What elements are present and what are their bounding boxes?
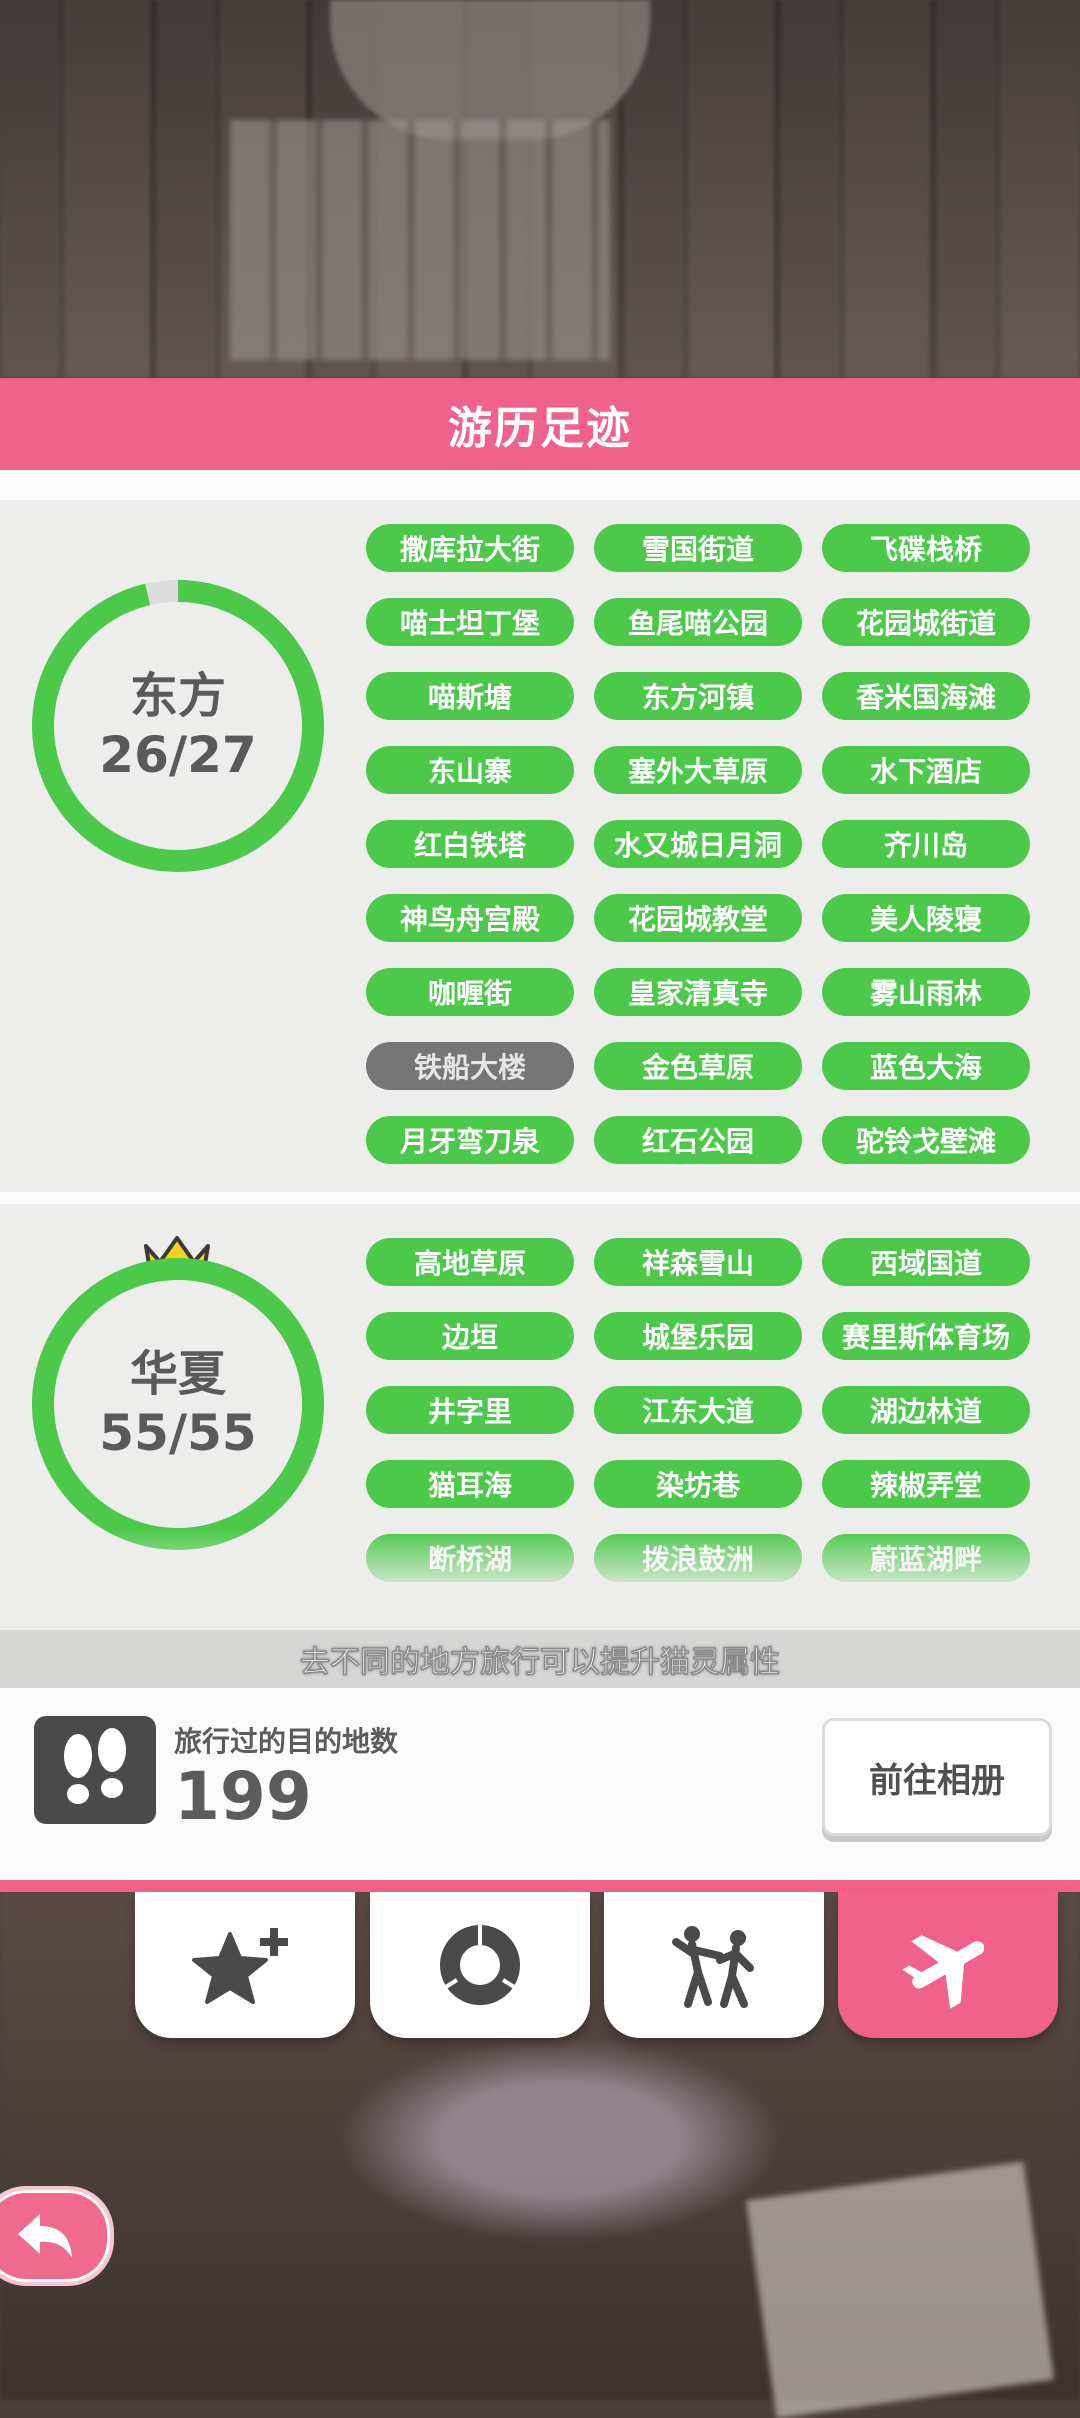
destinations-count: 199 [174,1758,312,1835]
place-tag[interactable]: 高地草原 [366,1238,574,1286]
place-tag[interactable]: 铁船大楼 [366,1042,574,1090]
star-plus-icon [192,1928,288,2004]
place-tag[interactable]: 东山寨 [366,746,574,794]
tab-divider [0,1880,1080,1892]
region-card-east: 东方 26/27 撒库拉大街 雪国街道 飞碟栈桥喵士坦丁堡 鱼尾喵公园 花园城街道喵斯塘… [0,500,1080,1192]
hint-bar: 去不同的地方旅行可以提升猫灵属性 [0,1630,1080,1688]
place-tag[interactable]: 喵士坦丁堡 [366,598,574,646]
background-paper [746,2161,1054,2418]
place-tag[interactable]: 江东大道 [594,1386,802,1434]
people-fight-icon [672,1926,754,2008]
place-tag[interactable]: 香米国海滩 [822,672,1030,720]
place-tag[interactable]: 水又城日月洞 [594,820,802,868]
place-tag[interactable]: 花园城教堂 [594,894,802,942]
hint-text: 去不同的地方旅行可以提升猫灵属性 [300,1645,781,1681]
page-title: 游历足迹 [448,403,632,454]
place-tag[interactable]: 咖喱街 [366,968,574,1016]
destinations-label: 旅行过的目的地数 [174,1725,399,1758]
place-tag[interactable]: 染坊巷 [594,1460,802,1508]
place-tag[interactable]: 赛里斯体育场 [822,1312,1030,1360]
place-tag[interactable]: 祥森雪山 [594,1238,802,1286]
place-tag[interactable]: 神鸟舟宫殿 [366,894,574,942]
go-to-album-button[interactable]: 前往相册 [822,1718,1052,1836]
place-tag[interactable]: 湖边林道 [822,1386,1030,1434]
place-tag[interactable]: 红石公园 [594,1116,802,1164]
place-tag[interactable]: 红白铁塔 [366,820,574,868]
place-tag[interactable]: 猫耳海 [366,1460,574,1508]
place-tag[interactable]: 城堡乐园 [594,1312,802,1360]
place-tag[interactable]: 雾山雨林 [822,968,1030,1016]
place-tag[interactable]: 金色草原 [594,1042,802,1090]
progress-ring-huaxia: 华夏 55/55 [32,1258,324,1550]
progress-ring-east: 东方 26/27 [32,580,324,872]
place-tag[interactable]: 飞碟栈桥 [822,524,1030,572]
place-tag[interactable]: 边垣 [366,1312,574,1360]
place-tag[interactable]: 辣椒弄堂 [822,1460,1030,1508]
place-tag[interactable]: 塞外大草原 [594,746,802,794]
background-window [230,120,610,360]
back-button[interactable] [0,2186,114,2286]
place-tag[interactable]: 东方河镇 [594,672,802,720]
airplane-icon [902,1935,985,2009]
place-tag[interactable]: 雪国街道 [594,524,802,572]
region-name: 华夏 [129,1346,226,1402]
tab-attributes[interactable] [135,1892,355,2038]
tab-travel[interactable] [838,1892,1058,2038]
scroll-fade [0,1530,1080,1630]
title-bar: 游历足迹 [0,378,1080,470]
region-count: 55/55 [99,1404,257,1462]
place-tag[interactable]: 撒库拉大街 [366,524,574,572]
place-tag[interactable]: 驼铃戈壁滩 [822,1116,1030,1164]
ring-center: 东方 26/27 [54,602,302,850]
place-tag[interactable]: 花园城街道 [822,598,1030,646]
regions-scroll-list[interactable]: 东方 26/27 撒库拉大街 雪国街道 飞碟栈桥喵士坦丁堡 鱼尾喵公园 花园城街道喵斯塘… [0,500,1080,1630]
place-tag[interactable]: 月牙弯刀泉 [366,1116,574,1164]
place-grid-east: 撒库拉大街 雪国街道 飞碟栈桥喵士坦丁堡 鱼尾喵公园 花园城街道喵斯塘 东方河镇 香米国海滩… [366,524,1056,1164]
donut-chart-icon [439,1923,521,2005]
region-name: 东方 [129,668,226,724]
footprints-icon [34,1716,156,1824]
place-tag[interactable]: 蓝色大海 [822,1042,1030,1090]
stats-area: 旅行过的目的地数 199 前往相册 [0,1688,1080,1880]
region-count: 26/27 [99,726,257,784]
travel-panel: 东方 26/27 撒库拉大街 雪国街道 飞碟栈桥喵士坦丁堡 鱼尾喵公园 花园城街道喵斯塘… [0,470,1080,1880]
tab-stats[interactable] [370,1892,590,2038]
place-tag[interactable]: 美人陵寝 [822,894,1030,942]
place-tag[interactable]: 齐川岛 [822,820,1030,868]
place-tag[interactable]: 喵斯塘 [366,672,574,720]
place-tag[interactable]: 鱼尾喵公园 [594,598,802,646]
ring-center: 华夏 55/55 [54,1280,302,1528]
place-tag[interactable]: 井字里 [366,1386,574,1434]
back-arrow-icon [18,2214,72,2258]
place-tag[interactable]: 西域国道 [822,1238,1030,1286]
place-tag[interactable]: 皇家清真寺 [594,968,802,1016]
place-tag[interactable]: 水下酒店 [822,746,1030,794]
tab-social[interactable] [604,1892,824,2038]
